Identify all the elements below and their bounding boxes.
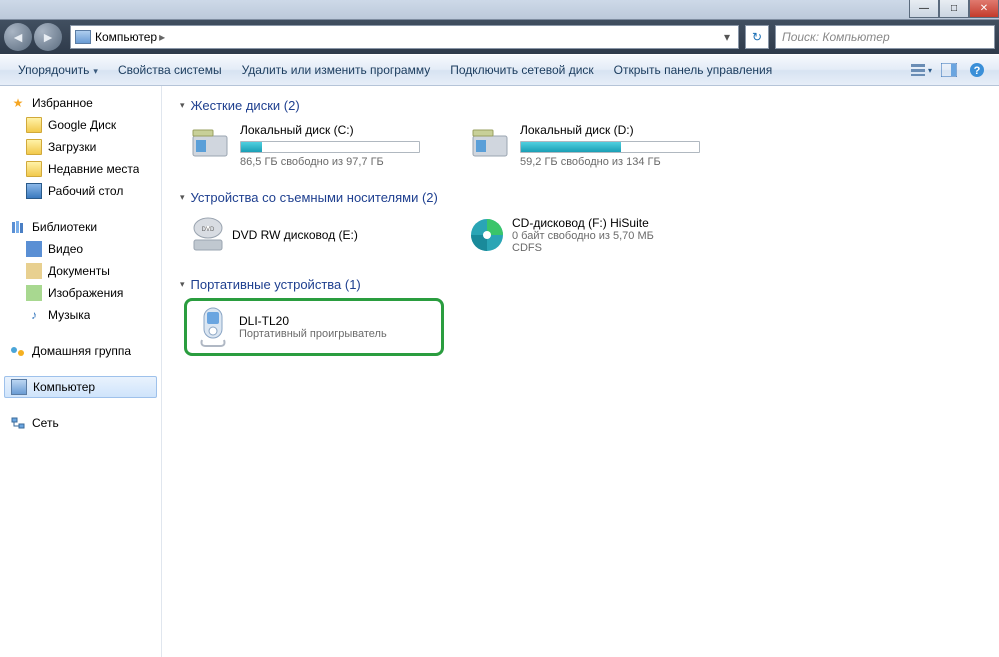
cd-drive-icon bbox=[468, 215, 504, 255]
forward-button[interactable]: ► bbox=[34, 23, 62, 51]
maximize-button[interactable]: □ bbox=[939, 0, 969, 18]
breadcrumb-segment[interactable]: Компьютер bbox=[95, 30, 157, 44]
drive-cd[interactable]: CD-дисковод (F:) HiSuite 0 байт свободно… bbox=[464, 211, 724, 259]
libraries-header[interactable]: Библиотеки bbox=[4, 216, 161, 238]
picture-icon bbox=[26, 285, 42, 301]
nav-bar: ◄ ► Компьютер ▸ ▾ ↻ Поиск: Компьютер bbox=[0, 20, 999, 54]
address-dropdown-icon[interactable]: ▾ bbox=[720, 30, 734, 44]
device-filesystem: CDFS bbox=[512, 242, 654, 254]
sidebar-item-computer[interactable]: Компьютер bbox=[4, 376, 157, 398]
computer-icon bbox=[75, 30, 91, 44]
back-button[interactable]: ◄ bbox=[4, 23, 32, 51]
folder-icon bbox=[26, 161, 42, 177]
sidebar-item-google-disk[interactable]: Google Диск bbox=[4, 114, 161, 136]
homegroup-header[interactable]: Домашняя группа bbox=[4, 340, 161, 362]
drive-title: Локальный диск (D:) bbox=[520, 123, 720, 137]
drive-dvd[interactable]: DVD DVD RW дисковод (E:) bbox=[184, 211, 444, 259]
device-title: CD-дисковод (F:) HiSuite bbox=[512, 216, 654, 230]
search-placeholder: Поиск: Компьютер bbox=[782, 30, 890, 44]
group-header-removable[interactable]: ▾ Устройства со съемными носителями (2) bbox=[174, 186, 987, 211]
device-title: DLI-TL20 bbox=[239, 314, 387, 328]
group-portable: ▾ Портативные устройства (1) DLI-TL20 По… bbox=[174, 273, 987, 356]
content-pane: ▾ Жесткие диски (2) Локальный диск (C:) … bbox=[162, 86, 999, 657]
svg-text:DVD: DVD bbox=[202, 227, 215, 233]
hdd-icon bbox=[468, 123, 512, 163]
sidebar-item-music[interactable]: ♪ Музыка bbox=[4, 304, 161, 326]
drive-title: Локальный диск (C:) bbox=[240, 123, 440, 137]
sidebar-item-recent[interactable]: Недавние места bbox=[4, 158, 161, 180]
chevron-right-icon[interactable]: ▸ bbox=[157, 30, 167, 44]
group-removable: ▾ Устройства со съемными носителями (2) … bbox=[174, 186, 987, 259]
group-hard-drives: ▾ Жесткие диски (2) Локальный диск (C:) … bbox=[174, 94, 987, 172]
drive-d[interactable]: Локальный диск (D:) 59,2 ГБ свободно из … bbox=[464, 119, 724, 172]
sidebar-item-videos[interactable]: Видео bbox=[4, 238, 161, 260]
group-header-hdd[interactable]: ▾ Жесткие диски (2) bbox=[174, 94, 987, 119]
sidebar-item-pictures[interactable]: Изображения bbox=[4, 282, 161, 304]
sidebar-item-documents[interactable]: Документы bbox=[4, 260, 161, 282]
group-header-portable[interactable]: ▾ Портативные устройства (1) bbox=[174, 273, 987, 298]
network-icon bbox=[10, 415, 26, 431]
star-icon: ★ bbox=[10, 95, 26, 111]
video-icon bbox=[26, 241, 42, 257]
drive-c[interactable]: Локальный диск (C:) 86,5 ГБ свободно из … bbox=[184, 119, 444, 172]
media-player-icon bbox=[195, 307, 231, 347]
device-subtitle: 0 байт свободно из 5,70 МБ bbox=[512, 230, 654, 242]
homegroup-icon bbox=[10, 343, 26, 359]
window-titlebar: — □ ✕ bbox=[0, 0, 999, 20]
hdd-icon bbox=[188, 123, 232, 163]
open-control-panel-button[interactable]: Открыть панель управления bbox=[604, 63, 783, 77]
refresh-button[interactable]: ↻ bbox=[745, 25, 769, 49]
capacity-bar bbox=[240, 141, 420, 153]
folder-icon bbox=[26, 117, 42, 133]
sidebar-item-network[interactable]: Сеть bbox=[4, 412, 161, 434]
views-icon bbox=[910, 63, 926, 77]
close-button[interactable]: ✕ bbox=[969, 0, 999, 18]
sidebar-item-desktop[interactable]: Рабочий стол bbox=[4, 180, 161, 202]
search-input[interactable]: Поиск: Компьютер bbox=[775, 25, 995, 49]
device-title: DVD RW дисковод (E:) bbox=[232, 228, 358, 242]
libraries-icon bbox=[10, 219, 26, 235]
command-bar: Упорядочить Свойства системы Удалить или… bbox=[0, 54, 999, 86]
address-bar[interactable]: Компьютер ▸ ▾ bbox=[70, 25, 739, 49]
portable-device[interactable]: DLI-TL20 Портативный проигрыватель bbox=[184, 298, 444, 356]
organize-menu[interactable]: Упорядочить bbox=[8, 63, 108, 77]
help-icon: ? bbox=[969, 62, 985, 78]
drive-subtitle: 59,2 ГБ свободно из 134 ГБ bbox=[520, 156, 720, 168]
drive-subtitle: 86,5 ГБ свободно из 97,7 ГБ bbox=[240, 156, 440, 168]
panel-icon bbox=[941, 63, 957, 77]
collapse-icon: ▾ bbox=[180, 100, 185, 111]
favorites-header[interactable]: ★ Избранное bbox=[4, 92, 161, 114]
device-subtitle: Портативный проигрыватель bbox=[239, 328, 387, 340]
navigation-pane: ★ Избранное Google Диск Загрузки Недавни… bbox=[0, 86, 162, 657]
computer-icon bbox=[11, 379, 27, 395]
svg-text:?: ? bbox=[974, 65, 981, 77]
music-icon: ♪ bbox=[26, 307, 42, 323]
folder-icon bbox=[26, 139, 42, 155]
map-network-drive-button[interactable]: Подключить сетевой диск bbox=[440, 63, 603, 77]
collapse-icon: ▾ bbox=[180, 192, 185, 203]
minimize-button[interactable]: — bbox=[909, 0, 939, 18]
views-button[interactable]: ▾ bbox=[909, 59, 933, 81]
sidebar-item-downloads[interactable]: Загрузки bbox=[4, 136, 161, 158]
collapse-icon: ▾ bbox=[180, 279, 185, 290]
document-icon bbox=[26, 263, 42, 279]
capacity-bar bbox=[520, 141, 700, 153]
uninstall-program-button[interactable]: Удалить или изменить программу bbox=[232, 63, 441, 77]
system-properties-button[interactable]: Свойства системы bbox=[108, 63, 232, 77]
desktop-icon bbox=[26, 183, 42, 199]
dvd-drive-icon: DVD bbox=[188, 215, 224, 255]
preview-pane-button[interactable] bbox=[937, 59, 961, 81]
help-button[interactable]: ? bbox=[965, 59, 989, 81]
